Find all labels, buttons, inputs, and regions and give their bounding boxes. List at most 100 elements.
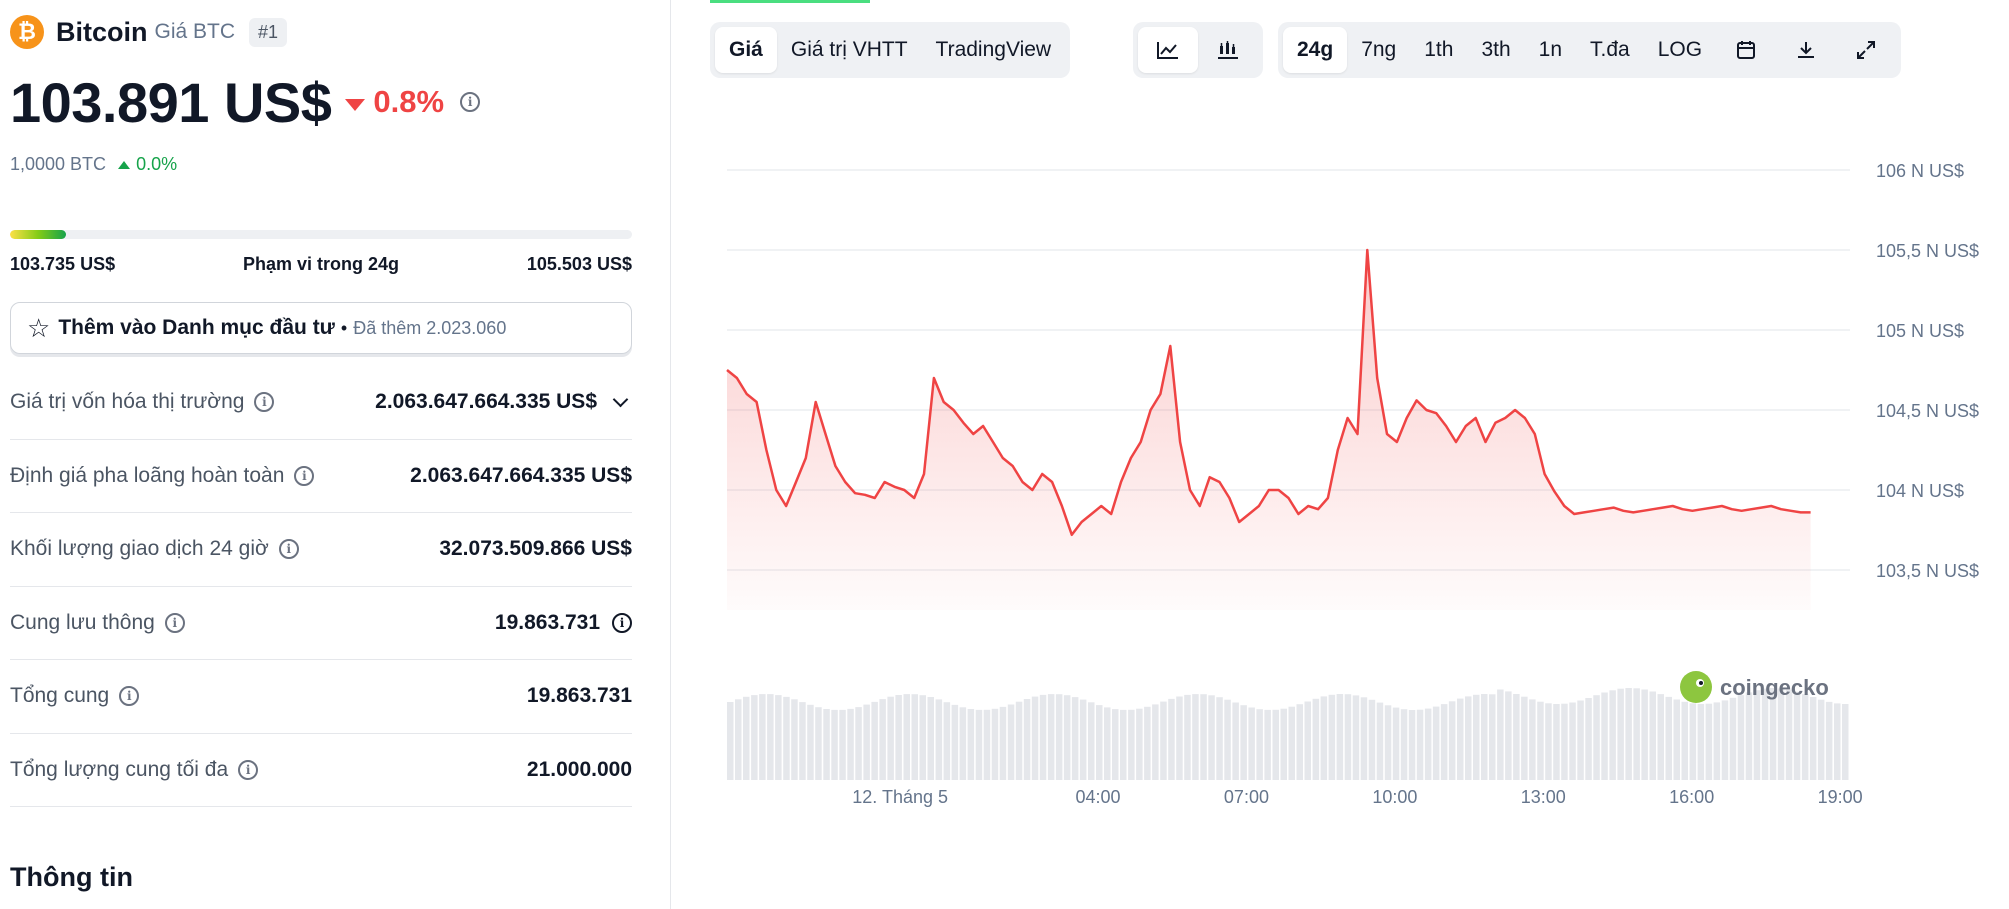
tab-price[interactable]: Giá <box>715 27 777 73</box>
volume-bar <box>1224 699 1231 780</box>
volume-bar <box>911 694 918 780</box>
volume-bar <box>1007 704 1015 780</box>
volume-bar <box>1721 700 1729 780</box>
y-tick-label: 105,5 N US$ <box>1876 241 1979 261</box>
tab-log-scale[interactable]: LOG <box>1644 27 1716 73</box>
volume-bar <box>903 694 910 780</box>
tab-range-3m[interactable]: 3th <box>1467 27 1524 73</box>
stat-row-circulating-supply: Cung lưu thông i 19.863.731 i <box>10 587 632 660</box>
volume-bar <box>1705 703 1713 780</box>
volume-bar <box>1296 704 1303 780</box>
stat-label: Khối lượng giao dịch 24 giờ <box>10 537 269 561</box>
volume-bar <box>1553 704 1560 780</box>
volume-bar <box>1601 692 1608 780</box>
volume-bar <box>1240 705 1247 780</box>
volume-bar <box>1497 689 1504 780</box>
tab-tradingview[interactable]: TradingView <box>922 27 1066 73</box>
tab-range-24h[interactable]: 24g <box>1283 27 1348 73</box>
download-icon[interactable] <box>1776 27 1836 73</box>
volume-bar <box>1697 704 1705 780</box>
volume-bar <box>831 709 838 780</box>
volume-bar <box>1825 701 1833 780</box>
coin-header: ₿ Bitcoin Giá BTC #1 <box>10 14 288 50</box>
volume-bar <box>799 702 806 780</box>
volume-bar <box>783 696 790 780</box>
chevron-down-icon[interactable] <box>612 391 629 408</box>
calendar-icon[interactable] <box>1716 27 1776 73</box>
stat-value: 21.000.000 <box>526 757 632 781</box>
volume-bar <box>935 699 943 780</box>
stat-label: Tổng cung <box>10 684 110 708</box>
volume-bar <box>1432 706 1440 780</box>
coin-overview-panel: ₿ Bitcoin Giá BTC #1 103.891 US$ 0.8% i … <box>0 0 640 909</box>
line-chart-icon[interactable] <box>1138 27 1198 73</box>
volume-bar <box>1216 697 1223 780</box>
volume-bar <box>759 694 766 780</box>
coingecko-watermark: coingecko <box>1680 671 1829 703</box>
panel-divider <box>670 0 671 909</box>
volume-bar <box>1609 690 1616 780</box>
volume-bar <box>927 697 934 780</box>
volume-bar <box>751 695 758 780</box>
info-icon[interactable]: i <box>119 686 140 707</box>
tab-range-max[interactable]: T.đa <box>1576 27 1644 73</box>
volume-bar <box>1160 701 1167 780</box>
volume-bar <box>1312 698 1320 780</box>
volume-bar <box>775 695 782 780</box>
volume-bar <box>1047 694 1055 780</box>
range-high: 105.503 US$ <box>526 254 632 274</box>
x-tick-label: 13:00 <box>1521 787 1566 807</box>
volume-bar <box>967 709 975 780</box>
candlestick-icon[interactable] <box>1198 27 1258 73</box>
volume-bar <box>1545 703 1552 780</box>
stat-label: Định giá pha loãng hoàn toàn <box>10 463 285 487</box>
volume-bar <box>727 702 734 780</box>
volume-bar <box>1328 694 1336 780</box>
tab-market-cap[interactable]: Giá trị VHTT <box>777 27 922 73</box>
volume-bar <box>1200 694 1207 780</box>
volume-bar <box>1031 696 1039 780</box>
volume-bar <box>1304 701 1311 780</box>
y-tick-label: 103,5 N US$ <box>1876 561 1979 581</box>
add-to-portfolio-button[interactable]: ☆ Thêm vào Danh mục đầu tư • Đã thêm 2.0… <box>10 302 632 354</box>
info-icon[interactable]: i <box>460 92 481 112</box>
volume-bar <box>1416 709 1424 780</box>
info-icon[interactable]: i <box>164 612 185 633</box>
stat-row-max-supply: Tổng lượng cung tối đa i 21.000.000 <box>10 734 632 807</box>
view-tabs: Giá Giá trị VHTT TradingView <box>710 22 1071 78</box>
info-icon[interactable]: i <box>278 539 299 560</box>
tab-range-7d[interactable]: 7ng <box>1347 27 1410 73</box>
price-chart[interactable]: 106 N US$ 105,5 N US$ 105 N US$ 104,5 N US$… <box>700 100 2000 909</box>
volume-bar <box>839 709 846 780</box>
stat-label: Tổng lượng cung tối đa <box>10 757 229 781</box>
volume-bar <box>1521 696 1528 780</box>
time-range-tabs: 24g 7ng 1th 3th 1n T.đa LOG <box>1278 22 1902 78</box>
active-tab-indicator <box>710 0 870 3</box>
volume-bar <box>1785 689 1793 780</box>
info-icon[interactable]: i <box>238 759 259 780</box>
volume-bar <box>1192 694 1199 780</box>
info-icon[interactable]: i <box>254 392 275 413</box>
volume-bar <box>807 704 814 780</box>
info-icon[interactable]: i <box>612 612 632 633</box>
tab-range-1y[interactable]: 1n <box>1525 27 1576 73</box>
stat-row-market-cap[interactable]: Giá trị vốn hóa thị trường i 2.063.647.66… <box>10 366 632 440</box>
volume-bar <box>1745 692 1753 780</box>
info-icon[interactable]: i <box>294 465 315 486</box>
volume-bar <box>1713 702 1721 780</box>
volume-bar <box>1729 697 1737 780</box>
tab-range-1m[interactable]: 1th <box>1410 27 1467 73</box>
stat-value: 19.863.731 <box>526 684 632 708</box>
volume-bar <box>871 701 878 780</box>
volume-bar <box>1136 708 1143 780</box>
stat-value: 2.063.647.664.335 US$ <box>375 390 597 414</box>
volume-bar <box>1320 696 1328 780</box>
expand-icon[interactable] <box>1836 27 1896 73</box>
volume-bar <box>1440 704 1448 780</box>
chart-type-tabs <box>1133 22 1263 78</box>
volume-bar <box>1352 695 1360 780</box>
volume-bar <box>879 699 886 780</box>
volume-bar <box>983 709 991 780</box>
coingecko-logo-icon <box>1680 671 1712 703</box>
volume-bar <box>823 709 830 780</box>
